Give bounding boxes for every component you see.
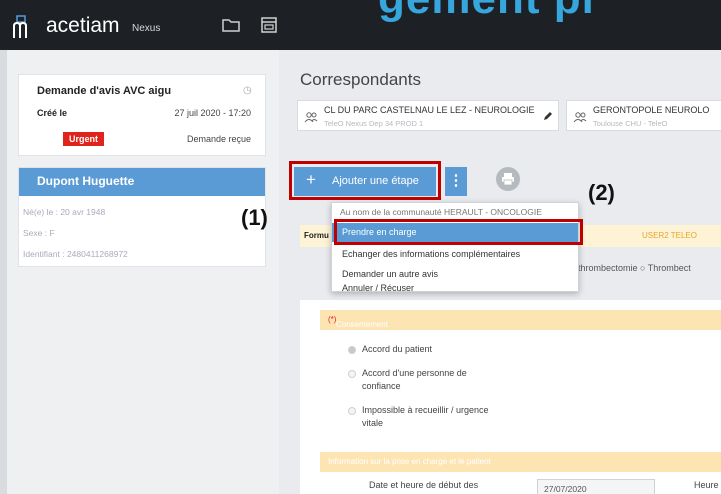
created-label: Créé le — [37, 108, 68, 118]
consent-radio-impossible[interactable] — [348, 407, 356, 415]
menu-item-exchange-info[interactable]: Echanger des informations complémentaire… — [332, 245, 578, 264]
correspondent-subtitle: Toulouse CHU - TeleO — [593, 119, 668, 128]
acetiam-logo-icon — [13, 15, 27, 38]
consent-option-label: Accord du patient — [362, 344, 433, 354]
info-section-bar: Information sur la prise en charge et le… — [320, 452, 721, 472]
request-card[interactable]: Demande d'avis AVC aigu ◷ Créé le 27 jui… — [18, 74, 266, 156]
annotation-label-1: (1) — [241, 205, 268, 230]
group-icon — [304, 112, 318, 123]
menu-item-cancel[interactable]: Annuler / Récuser — [332, 284, 578, 293]
correspondent-card[interactable]: CL DU PARC CASTELNAU LE LEZ - NEUROLOGIE… — [297, 100, 559, 131]
consent-option-label: Accord d'une personne de confiance — [362, 368, 467, 391]
brand-subtitle: Nexus — [132, 23, 161, 34]
page-title: Correspondants — [300, 70, 421, 89]
start-date-input[interactable]: 27/07/2020 — [537, 479, 655, 494]
consent-option-label: Impossible à recueillir / urgence vitale — [362, 405, 489, 428]
created-date: 27 juil 2020 - 17:20 — [174, 108, 251, 118]
annotation-label-2: (2) — [588, 180, 615, 205]
patient-birthdate: Né(e) le : 20 avr 1948 — [23, 207, 106, 217]
left-panel-edge — [0, 50, 7, 494]
correspondent-card[interactable]: GERONTOPOLE NEUROLO Toulouse CHU - TeleO — [566, 100, 721, 131]
correspondent-name: GERONTOPOLE NEUROLO — [593, 105, 710, 115]
background-banner-text: gement pr — [378, 0, 600, 24]
patient-identifier: Identifiant : 2480411268972 — [23, 249, 128, 259]
add-step-dropdown-menu: Au nom de la communauté HERAULT - ONCOLO… — [331, 202, 579, 293]
correspondent-subtitle: TeleO Nexus Dep 34 PROD 1 — [324, 119, 424, 128]
highlight-box-step-2 — [334, 219, 583, 245]
highlight-box-step-1 — [289, 161, 441, 200]
thrombectomy-options[interactable]: thrombectomie ○ Thrombect — [578, 263, 691, 273]
consent-label: Consentement — [336, 320, 389, 329]
consent-section-bar: Consentement (*) — [320, 310, 721, 330]
correspondent-name: CL DU PARC CASTELNAU LE LEZ - NEUROLOGIE — [324, 105, 535, 115]
calendar-icon[interactable] — [260, 17, 278, 33]
request-title: Demande d'avis AVC aigu — [37, 85, 172, 97]
edit-pencil-icon[interactable] — [542, 110, 554, 122]
clock-icon: ◷ — [243, 85, 252, 96]
info-section-label: Information sur la prise en charge et le… — [328, 457, 491, 466]
top-bar: gement pr acetiam Nexus — [0, 0, 721, 50]
consent-radio-patient[interactable] — [348, 346, 356, 354]
form-user: USER2 TELEO — [642, 231, 697, 240]
patient-header: Dupont Huguette — [19, 168, 265, 196]
request-status: Demande reçue — [186, 134, 251, 144]
start-date-value: 27/07/2020 — [544, 484, 587, 494]
time-label: Heure — [694, 480, 719, 490]
start-date-label: Date et heure de début des — [369, 480, 479, 490]
patient-sex: Sexe : F — [23, 228, 55, 238]
menu-item-request-other-opinion[interactable]: Demander un autre avis — [332, 265, 578, 284]
printer-icon — [502, 173, 514, 186]
urgent-badge: Urgent — [63, 132, 104, 146]
consent-radio-trusted-person[interactable] — [348, 370, 356, 378]
more-options-icon[interactable]: ⋮ — [445, 167, 467, 196]
patient-card: Dupont Huguette Né(e) le : 20 avr 1948 S… — [18, 167, 266, 267]
patient-name: Dupont Huguette — [37, 174, 135, 188]
dropdown-group-header: Au nom de la communauté HERAULT - ONCOLO… — [340, 207, 542, 217]
form-label: Formu — [304, 231, 329, 240]
folder-icon[interactable] — [222, 17, 240, 33]
brand-name: acetiam — [46, 14, 120, 37]
print-button[interactable] — [496, 167, 520, 191]
group-icon — [573, 112, 587, 123]
